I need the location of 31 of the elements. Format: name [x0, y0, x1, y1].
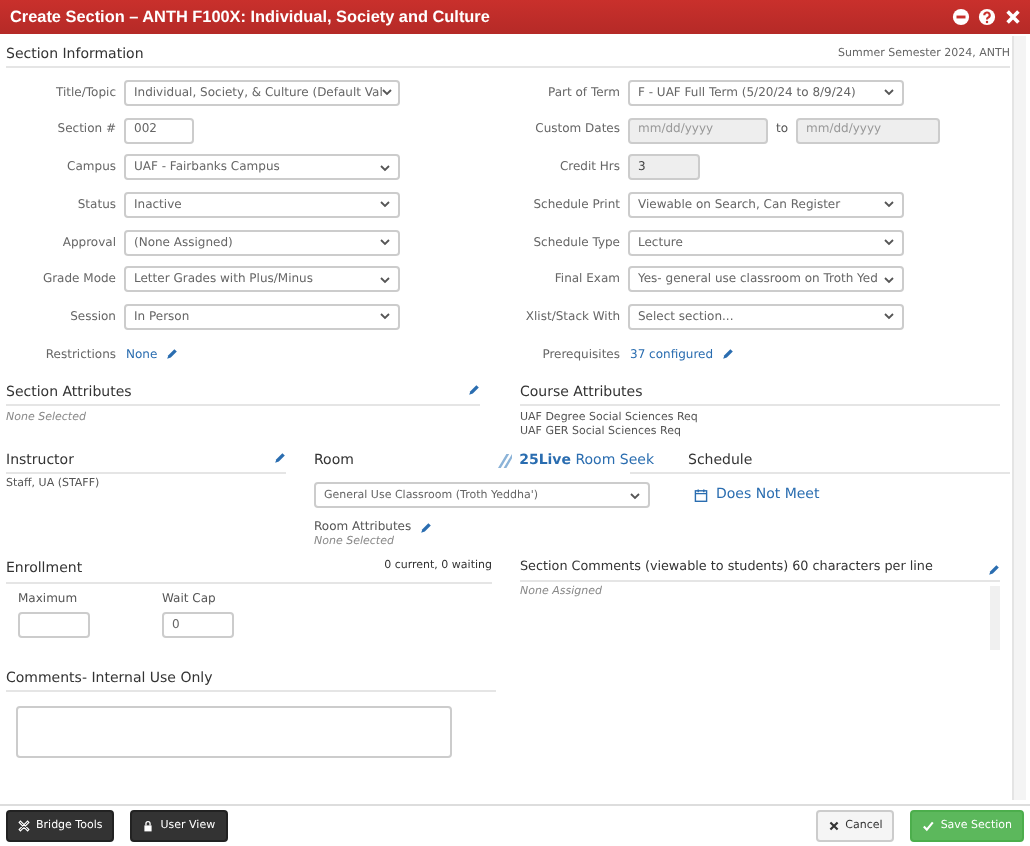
caret-icon	[382, 88, 393, 97]
caret-icon	[380, 238, 390, 247]
close-icon	[827, 820, 840, 832]
close-icon[interactable]	[1004, 8, 1022, 26]
pencil-icon[interactable]	[988, 563, 1000, 576]
caret-icon	[884, 200, 894, 209]
tools-icon	[18, 820, 30, 832]
caret-icon	[884, 312, 894, 321]
help-icon[interactable]	[978, 8, 996, 26]
caret-icon	[884, 275, 894, 284]
caret-icon	[380, 163, 390, 172]
caret-icon	[884, 238, 894, 247]
pencil-icon[interactable]	[468, 383, 480, 400]
pencil-icon[interactable]	[274, 452, 286, 469]
pencil-icon[interactable]	[165, 348, 178, 361]
lock-icon	[142, 820, 155, 832]
check-icon	[922, 820, 935, 832]
scrollbar[interactable]	[1012, 36, 1026, 800]
caret-icon	[380, 312, 390, 321]
pencil-icon[interactable]	[419, 522, 432, 535]
input-field[interactable]	[18, 611, 90, 638]
stripes-icon	[497, 453, 512, 468]
scrollbar[interactable]	[990, 585, 1000, 650]
caret-icon	[380, 275, 390, 284]
caret-icon	[630, 491, 640, 500]
window-title: Create Section – ANTH F100X: Individual, Society and Culture	[10, 7, 490, 27]
calendar-icon	[694, 488, 708, 503]
minimize-icon[interactable]	[952, 8, 970, 26]
caret-icon	[884, 88, 894, 97]
caret-icon	[380, 200, 390, 209]
pencil-icon[interactable]	[721, 348, 734, 361]
